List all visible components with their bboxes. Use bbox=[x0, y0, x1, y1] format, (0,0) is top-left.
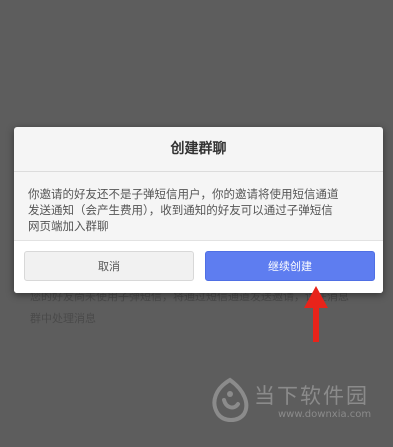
watermark-name: 当下软件园 bbox=[254, 384, 369, 408]
dialog-message-line: 发送通知（会产生费用），收到通知的好友可以通过子弹短信 bbox=[28, 203, 333, 217]
dialog-message: 你邀请的好友还不是子弹短信用户，你的邀请将使用短信通道 发送通知（会产生费用），… bbox=[28, 186, 369, 244]
downxia-logo-icon bbox=[212, 377, 249, 422]
red-arrow-annotation bbox=[304, 286, 328, 342]
watermark-logo: 当下软件园 www.downxia.com bbox=[206, 376, 376, 436]
cancel-button[interactable]: 取消 bbox=[24, 251, 194, 281]
continue-create-button[interactable]: 继续创建 bbox=[205, 251, 375, 281]
watermark-url: www.downxia.com bbox=[278, 409, 372, 420]
dialog-message-line: 网页端加入群聊 bbox=[28, 219, 109, 233]
create-group-dialog: 创建群聊 你邀请的好友还不是子弹短信用户，你的邀请将使用短信通道 发送通知（会产… bbox=[14, 127, 383, 293]
dialog-message-line: 你邀请的好友还不是子弹短信用户，你的邀请将使用短信通道 bbox=[28, 187, 339, 201]
dialog-title: 创建群聊 bbox=[14, 127, 383, 172]
